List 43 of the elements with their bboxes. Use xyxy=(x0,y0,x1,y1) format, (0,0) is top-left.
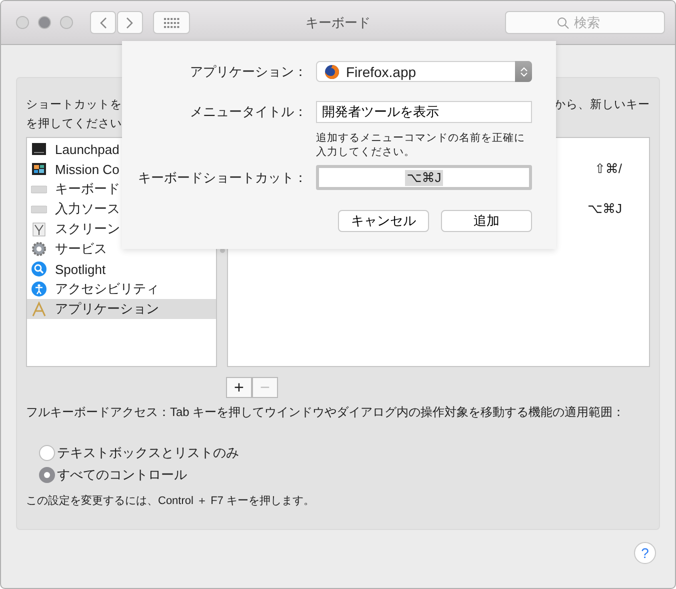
browser-icon xyxy=(324,64,340,80)
search-icon xyxy=(557,17,569,29)
search-field[interactable]: 検索 xyxy=(505,11,665,34)
field-label: メニュータイトル： xyxy=(189,103,307,121)
windows-icon xyxy=(31,161,47,177)
category-item[interactable]: アクセシビリティ xyxy=(27,279,216,299)
screen-icon xyxy=(31,141,47,157)
minimize-button[interactable] xyxy=(38,16,51,29)
show-all-button[interactable] xyxy=(153,11,190,34)
shortcut-field[interactable]: ⌥⌘J xyxy=(316,165,532,190)
shortcut-keys: ⌥⌘J xyxy=(588,201,622,217)
window-title: キーボード xyxy=(306,14,370,32)
radio-label: すべてのコントロール xyxy=(57,466,187,484)
field-label: キーボードショートカット： xyxy=(137,168,307,186)
search-icon xyxy=(31,261,47,277)
radio-label: テキストボックスとリストのみ xyxy=(57,444,239,462)
add-button[interactable]: + xyxy=(226,377,252,398)
gear-icon xyxy=(31,241,47,257)
shortcut-keys: ⇧⌘/ xyxy=(594,161,622,177)
hint-text: 追加するメニューコマンドの名前を正確に入力してください。 xyxy=(316,131,526,159)
help-button[interactable]: ? xyxy=(634,542,656,564)
application-popup[interactable]: Firefox.app xyxy=(316,61,532,82)
instruction-text: ショートカットを xyxy=(26,98,122,113)
grid-icon xyxy=(164,18,180,28)
chevron-left-icon xyxy=(99,16,107,28)
back-button[interactable] xyxy=(90,11,116,34)
category-item[interactable]: アプリケーション xyxy=(27,299,216,319)
radio-button[interactable] xyxy=(39,445,55,461)
chevron-right-icon xyxy=(126,16,134,28)
forward-button[interactable] xyxy=(117,11,143,34)
accessibility-icon xyxy=(31,281,47,297)
note-text: この設定を変更するには、Control ＋ F7 キーを押します。 xyxy=(26,494,316,508)
instruction-text: を押してください xyxy=(26,116,122,132)
add-button[interactable]: 追加 xyxy=(441,210,532,232)
screenshot-icon xyxy=(31,221,47,237)
compass-icon xyxy=(31,301,47,317)
menu-title-field[interactable]: 開発者ツールを表示 xyxy=(316,101,532,123)
category-item[interactable]: Spotlight xyxy=(27,259,216,279)
field-label: アプリケーション： xyxy=(189,62,307,80)
radio-button[interactable] xyxy=(39,467,55,483)
full-keyboard-access-text: フルキーボードアクセス：Tab キーを押してウインドウやダイアログ内の操作対象を移動する機能の適用範囲： xyxy=(26,404,625,421)
cancel-button[interactable]: キャンセル xyxy=(338,210,429,232)
stepper-icon xyxy=(520,66,528,78)
